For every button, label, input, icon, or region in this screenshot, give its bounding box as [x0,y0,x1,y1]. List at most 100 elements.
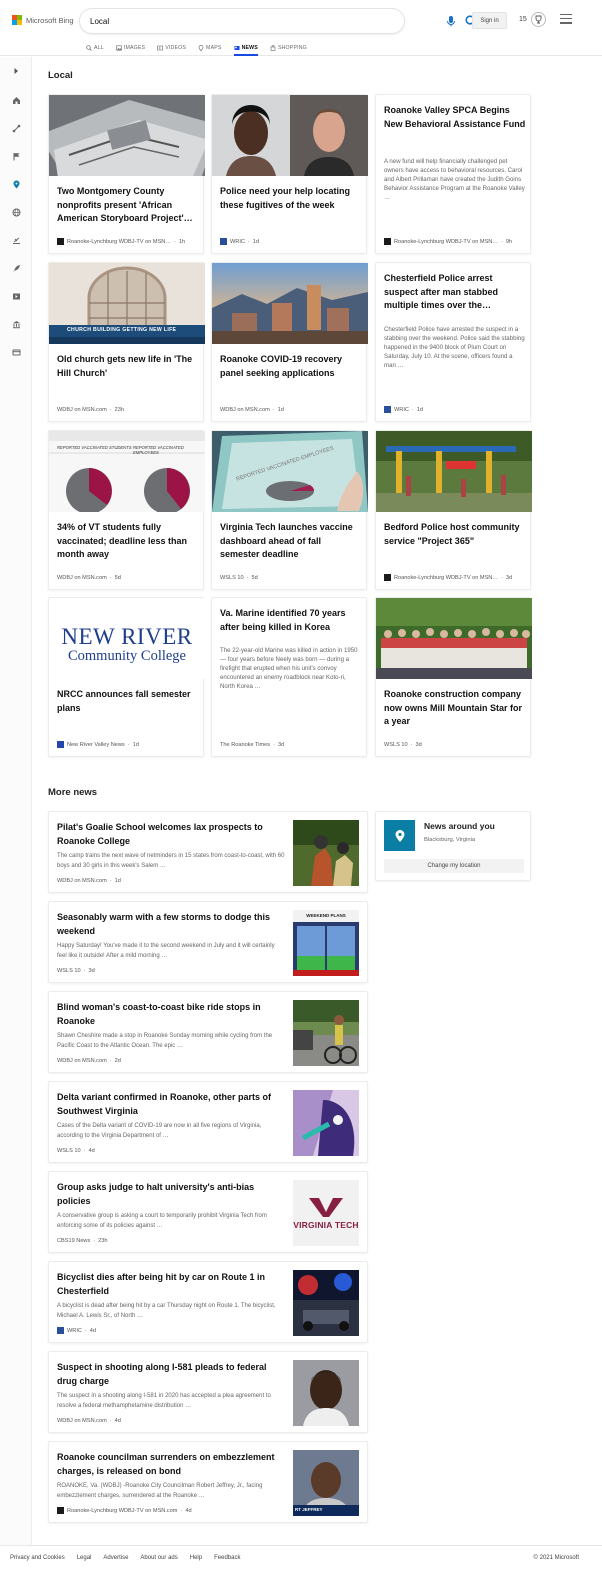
globe-icon[interactable] [8,204,24,220]
footer-link-help[interactable]: Help [190,1555,202,1561]
more-news-item[interactable]: Blind woman's coast-to-coast bike ride s… [48,991,368,1073]
card-title[interactable]: Chesterfield Police arrest suspect after… [384,272,526,313]
news-thumbnail[interactable] [293,1090,359,1156]
news-title[interactable]: Pilat's Goalie School welcomes lax prosp… [57,821,285,848]
card-title[interactable]: Virginia Tech launches vaccine dashboard… [220,521,362,562]
card-thumbnail[interactable] [49,95,205,176]
card-title[interactable]: Va. Marine identified 70 years after bei… [220,607,362,634]
card-title[interactable]: NRCC announces fall semester plans [57,688,199,715]
home-icon[interactable] [8,92,24,108]
news-card[interactable]: Two Montgomery County nonprofits present… [48,94,205,254]
card-title[interactable]: Roanoke construction company now owns Mi… [384,688,526,729]
footer-link-privacy-and-cookies[interactable]: Privacy and Cookies [10,1555,65,1561]
news-card[interactable]: REPORTED VACCINATED EMPLOYEES Virginia Te… [211,430,368,590]
news-card[interactable]: NEW RIVER Community College NRCC announces… [48,597,205,757]
more-news-item[interactable]: Bicyclist dies after being hit by car on… [48,1261,368,1343]
news-thumbnail[interactable] [293,1270,359,1336]
card-title[interactable]: Police need your help locating these fug… [220,185,362,212]
card-title[interactable]: Roanoke COVID-19 recovery panel seeking … [220,353,362,380]
more-news-item[interactable]: Group asks judge to halt university's an… [48,1171,368,1253]
news-card[interactable]: Bedford Police host community service "P… [375,430,532,590]
tab-videos[interactable]: VIDEOS [157,40,186,56]
card-thumbnail[interactable] [212,95,368,176]
change-location-button[interactable]: Change my location [384,859,524,873]
news-thumbnail[interactable] [293,1000,359,1066]
card-thumbnail[interactable] [376,431,532,512]
hamburger-menu-icon[interactable] [560,14,572,26]
tab-all[interactable]: ALL [86,40,104,56]
tab-maps[interactable]: MAPS [198,40,222,56]
card-thumbnail[interactable]: REPORTED VACCINATED STUDENTS REPORTED VAC… [49,431,205,512]
rocket-icon[interactable] [8,260,24,276]
news-card[interactable]: Chesterfield Police arrest suspect after… [375,262,531,422]
news-thumbnail[interactable]: RT JEFFREY [293,1450,359,1516]
news-card[interactable]: Roanoke Valley SPCA Begins New Behaviora… [375,94,531,254]
card-thumbnail[interactable] [376,598,532,679]
tab-news[interactable]: NEWS [233,40,259,56]
source-name: WSLS 10 [57,968,81,974]
more-news-item[interactable]: Delta variant confirmed in Roanoke, othe… [48,1081,368,1163]
microphone-icon[interactable] [444,14,458,28]
card-title[interactable]: Roanoke Valley SPCA Begins New Behaviora… [384,104,526,131]
card-thumbnail[interactable]: CHURCH BUILDING GETTING NEW LIFE [49,263,205,344]
news-card[interactable]: Roanoke COVID-19 recovery panel seeking … [211,262,368,422]
location-icon[interactable] [8,176,24,192]
news-around-title: News around you [424,821,495,831]
news-title[interactable]: Seasonably warm with a few storms to dod… [57,911,285,938]
sign-in-button[interactable]: Sign in [472,12,507,29]
news-thumbnail[interactable] [293,1360,359,1426]
search-input[interactable] [90,13,350,29]
footer-link-legal[interactable]: Legal [77,1555,92,1561]
local-section-heading: Local [48,70,73,81]
tab-label: MAPS [206,45,222,51]
more-news-item[interactable]: Roanoke councilman surrenders on embezzl… [48,1441,368,1523]
news-card[interactable]: CHURCH BUILDING GETTING NEW LIFE Old chur… [48,262,205,422]
card-thumbnail[interactable]: NEW RIVER Community College [49,598,205,679]
footer-link-advertise[interactable]: Advertise [103,1555,128,1561]
science-icon[interactable] [8,120,24,136]
news-title[interactable]: Blind woman's coast-to-coast bike ride s… [57,1001,285,1028]
news-title[interactable]: Bicyclist dies after being hit by car on… [57,1271,285,1298]
card-thumbnail[interactable] [212,263,368,344]
card-title[interactable]: Two Montgomery County nonprofits present… [57,185,199,226]
news-thumbnail[interactable] [293,820,359,886]
more-news-item[interactable]: Pilat's Goalie School welcomes lax prosp… [48,811,368,893]
news-card[interactable]: Va. Marine identified 70 years after bei… [211,597,367,757]
card-icon[interactable] [8,344,24,360]
news-card[interactable]: Roanoke construction company now owns Mi… [375,597,532,757]
more-news-heading: More news [48,787,98,798]
more-news-item[interactable]: Seasonably warm with a few storms to dod… [48,901,368,983]
search-box[interactable] [80,9,477,33]
flag-icon[interactable] [8,148,24,164]
card-source: WRIC · 1d [384,406,526,413]
more-news-item[interactable]: Suspect in shooting along I-581 pleads t… [48,1351,368,1433]
education-icon[interactable] [8,232,24,248]
expand-icon[interactable] [8,63,24,79]
rewards-button[interactable]: 15 [519,12,546,27]
card-age: 3d [505,574,513,581]
news-title[interactable]: Roanoke councilman surrenders on embezzl… [57,1451,285,1478]
news-thumbnail[interactable]: VIRGINIA TECH [293,1180,359,1246]
footer-link-about-our-ads[interactable]: About our ads [140,1555,177,1561]
card-title[interactable]: Old church gets new life in 'The Hill Ch… [57,353,199,380]
footer-link-feedback[interactable]: Feedback [214,1555,240,1561]
card-title[interactable]: Bedford Police host community service "P… [384,521,526,548]
video-play-icon[interactable] [8,288,24,304]
source-logo-icon [384,238,391,245]
card-thumbnail[interactable]: REPORTED VACCINATED EMPLOYEES [212,431,368,512]
search-icon [86,45,92,51]
news-card[interactable]: REPORTED VACCINATED STUDENTS REPORTED VAC… [48,430,205,590]
card-title[interactable]: 34% of VT students fully vaccinated; dea… [57,521,199,562]
tab-images[interactable]: IMAGES [116,40,145,56]
separator: · [109,1418,112,1424]
news-thumbnail[interactable]: WEEKEND PLANS [293,910,359,976]
news-title[interactable]: Delta variant confirmed in Roanoke, othe… [57,1091,285,1118]
news-title[interactable]: Suspect in shooting along I-581 pleads t… [57,1361,285,1388]
card-source: Roanoke-Lynchburg WDBJ-TV on MSN… · 9h [384,238,526,245]
bank-icon[interactable] [8,316,24,332]
bing-logo[interactable]: Microsoft Bing [12,15,74,25]
news-card[interactable]: Police need your help locating these fug… [211,94,368,254]
tab-shopping[interactable]: SHOPPING [270,40,307,56]
news-title[interactable]: Group asks judge to halt university's an… [57,1181,285,1208]
source-logo-icon [57,1507,64,1514]
